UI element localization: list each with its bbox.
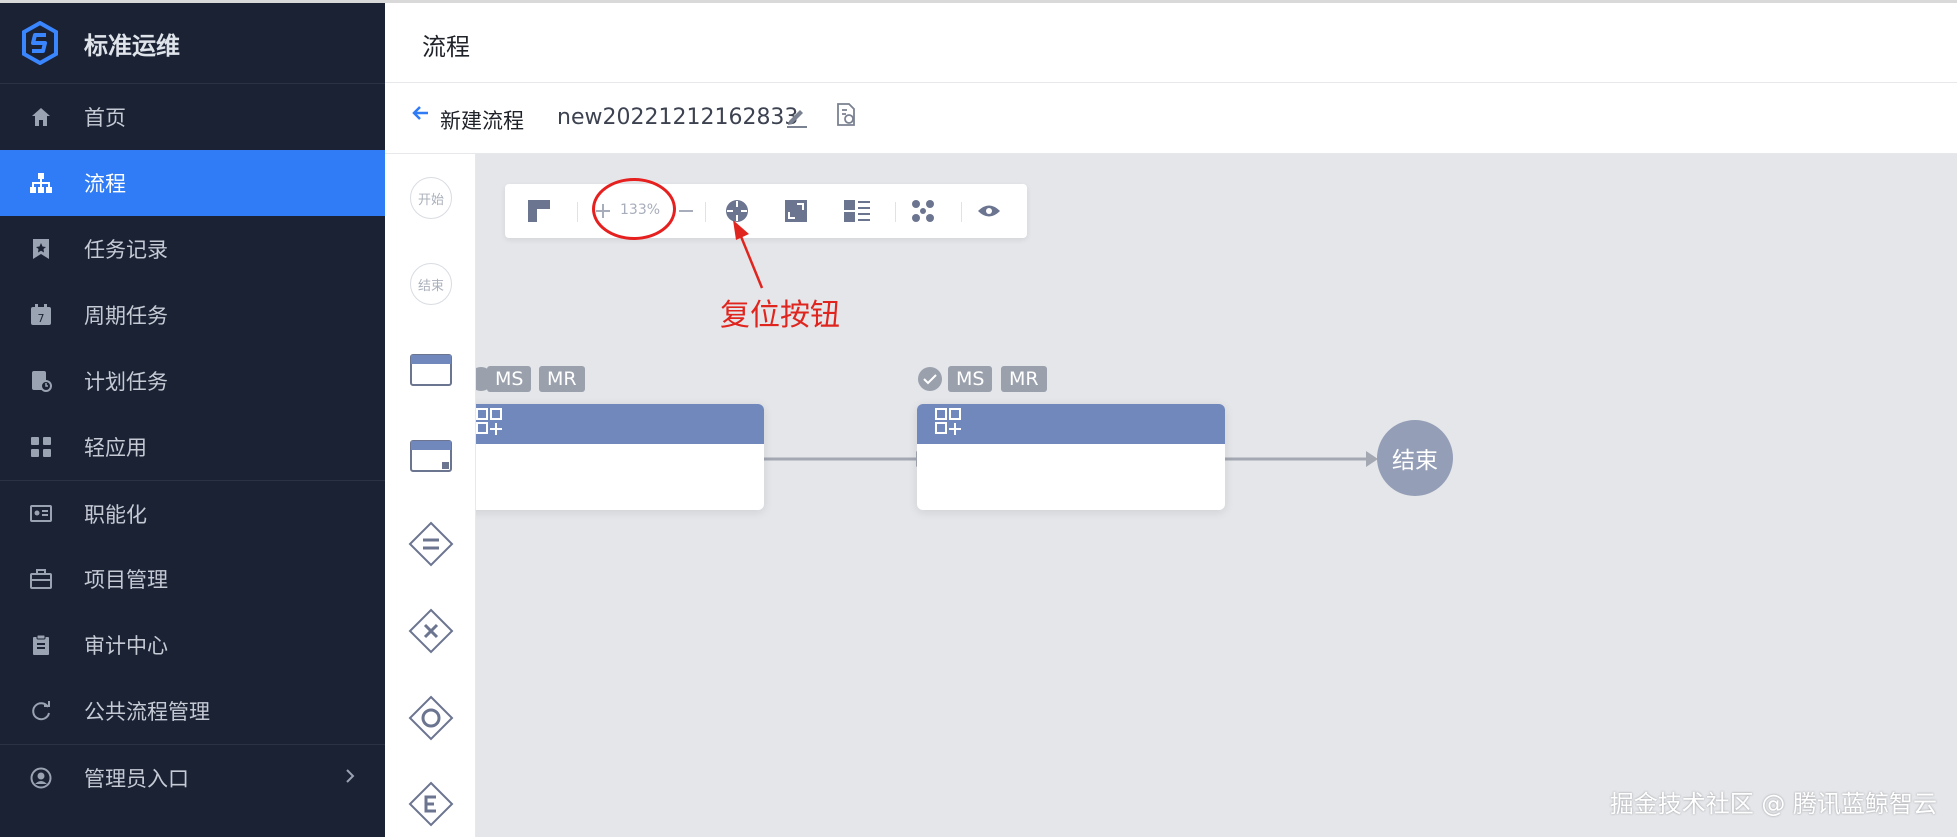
- palette-exclusive-gateway[interactable]: [407, 608, 455, 658]
- node-header: [917, 404, 1225, 444]
- sitemap-icon: [28, 170, 54, 196]
- sidebar-item-light-apps[interactable]: 轻应用: [0, 414, 385, 480]
- sidebar-item-label: 职能化: [84, 502, 147, 527]
- grid-apps-icon: [28, 434, 54, 460]
- svg-text:7: 7: [38, 312, 45, 325]
- task-node[interactable]: [476, 404, 764, 510]
- doc-settings-icon[interactable]: [835, 103, 857, 131]
- palette-task-node[interactable]: [407, 348, 455, 396]
- sidebar-item-planned-tasks[interactable]: 计划任务: [0, 348, 385, 414]
- palette-start-node[interactable]: 开始: [407, 174, 455, 222]
- briefcase-icon: [28, 566, 54, 592]
- palette-end-node[interactable]: 结束: [407, 260, 455, 308]
- logo-s-icon: [18, 21, 62, 65]
- end-node[interactable]: 结束: [1377, 420, 1453, 496]
- sidebar-item-task-records[interactable]: 任务记录: [0, 216, 385, 282]
- flow-subbar: 新建流程 new20221212162833: [385, 83, 1957, 154]
- sidebar-item-label: 项目管理: [84, 568, 168, 592]
- equal-gateway-icon: [408, 521, 454, 571]
- flow-name: new20221212162833: [557, 105, 799, 130]
- sidebar-item-periodic-tasks[interactable]: 7 周期任务: [0, 282, 385, 348]
- refresh-icon: [28, 698, 54, 724]
- palette-parallel-gateway[interactable]: [407, 521, 455, 571]
- sidebar-nav: 首页 流程 任务记录 7 周期任务 计划任务 轻应用 职能化 项目管理 审计中心…: [0, 84, 385, 810]
- sidebar-item-project-management[interactable]: 项目管理: [0, 546, 385, 612]
- clipboard-icon: [28, 632, 54, 658]
- subflow-node-icon: [410, 440, 452, 476]
- sidebar-item-label: 周期任务: [84, 304, 168, 328]
- page-title: 流程: [422, 33, 470, 61]
- node-badge-mr: MR: [1001, 366, 1047, 392]
- user-circle-icon: [28, 765, 54, 791]
- sidebar-item-home[interactable]: 首页: [0, 84, 385, 150]
- circle-gateway-icon: [408, 695, 454, 745]
- node-badge-mr: MR: [539, 366, 585, 392]
- start-node-label: 开始: [410, 177, 452, 219]
- back-link[interactable]: 新建流程: [440, 105, 524, 135]
- sidebar-item-label: 首页: [84, 106, 126, 130]
- chevron-right-icon: [345, 765, 355, 790]
- node-header: [476, 404, 764, 444]
- palette-subflow-node[interactable]: [407, 434, 455, 482]
- x-gateway-icon: [408, 608, 454, 658]
- e-gateway-icon: [408, 781, 454, 831]
- home-icon: [28, 104, 54, 130]
- pencil-icon[interactable]: [784, 103, 810, 133]
- flow-canvas[interactable]: 133% 复位按钮 MS MR MS MR 结束 掘金技术社区 @ 腾讯蓝鲸智云: [476, 154, 1957, 837]
- page-header: 流程: [385, 3, 1957, 83]
- sidebar-item-label: 管理员入口: [84, 766, 189, 791]
- sidebar-item-label: 轻应用: [84, 436, 147, 460]
- sidebar-item-label: 任务记录: [84, 238, 168, 262]
- end-node-label: 结束: [410, 263, 452, 305]
- sidebar-item-audit-center[interactable]: 审计中心: [0, 612, 385, 678]
- id-card-icon: [28, 501, 54, 527]
- palette-converge-gateway[interactable]: [407, 695, 455, 745]
- plan-clock-icon: [28, 368, 54, 394]
- sidebar-item-label: 流程: [84, 172, 126, 196]
- sidebar-item-label: 计划任务: [84, 370, 168, 394]
- sidebar-item-public-flow[interactable]: 公共流程管理: [0, 678, 385, 744]
- task-node[interactable]: [917, 404, 1225, 510]
- check-circle-icon: [917, 366, 943, 396]
- app-title: 标准运维: [84, 31, 180, 60]
- calendar-icon: 7: [28, 302, 54, 328]
- back-arrow-icon[interactable]: [411, 103, 431, 129]
- task-node-icon: [410, 354, 452, 390]
- sidebar-item-functional[interactable]: 职能化: [0, 480, 385, 546]
- sidebar-item-flow[interactable]: 流程: [0, 150, 385, 216]
- plugin-grid-icon: [476, 408, 504, 440]
- node-badge-ms: MS: [948, 366, 993, 392]
- sidebar-item-label: 公共流程管理: [84, 700, 210, 724]
- node-palette: 开始 结束: [385, 154, 476, 837]
- brand[interactable]: 标准运维: [0, 3, 385, 84]
- palette-conditional-gateway[interactable]: [407, 781, 455, 831]
- sidebar-item-label: 审计中心: [84, 634, 168, 658]
- plugin-grid-icon: [935, 408, 963, 440]
- watermark: 掘金技术社区 @ 腾讯蓝鲸智云: [1609, 790, 1937, 818]
- sidebar: 标准运维 首页 流程 任务记录 7 周期任务 计划任务 轻应用 职能化 项目管理…: [0, 3, 385, 837]
- bookmark-star-icon: [28, 236, 54, 262]
- node-badge-ms: MS: [487, 366, 532, 392]
- sidebar-item-admin[interactable]: 管理员入口: [0, 744, 385, 810]
